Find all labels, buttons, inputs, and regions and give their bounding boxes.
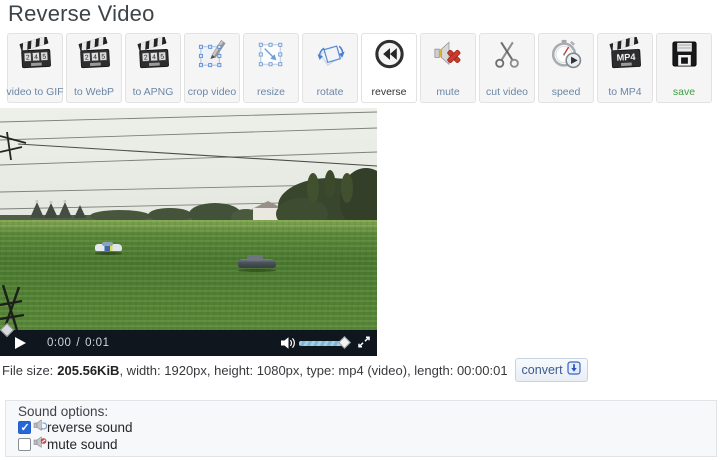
file-size-label: File size: <box>2 362 54 378</box>
toolbar-button-label: video to GIF <box>6 86 64 98</box>
police-car <box>95 242 122 255</box>
svg-text:2: 2 <box>143 54 147 61</box>
video-player: 0:00 / 0:01 <box>0 108 377 356</box>
toolbar-button-label: cut video <box>485 86 529 98</box>
stopwatch-icon <box>548 37 585 72</box>
svg-text:2: 2 <box>84 54 88 61</box>
rewind-icon <box>371 37 408 72</box>
field <box>0 220 377 330</box>
toolbar-button-to-apng[interactable]: 245 to APNG <box>125 33 181 103</box>
toolbar-button-cut[interactable]: cut video <box>479 33 535 103</box>
video-frame[interactable] <box>0 108 377 330</box>
svg-text:4: 4 <box>33 54 37 61</box>
mute-sound-option[interactable]: mute sound <box>18 436 704 453</box>
svg-text:MP4: MP4 <box>616 52 636 63</box>
toolbar-button-label: save <box>672 86 696 98</box>
scissors-icon <box>489 37 526 72</box>
toolbar-button-label: rotate <box>316 86 344 98</box>
toolbar-button-crop[interactable]: crop video <box>184 33 240 103</box>
toolbar-button-to-mp4[interactable]: MP4 to MP4 <box>597 33 653 103</box>
floppy-disk-icon <box>666 37 703 72</box>
file-details: , width: 1920px, height: 1080px, type: m… <box>119 362 508 378</box>
convert-button[interactable]: convert <box>514 358 588 382</box>
toolbar-button-resize[interactable]: resize <box>243 33 299 103</box>
treeline <box>0 168 377 228</box>
toolbar-button-video-to-gif[interactable]: 245 video to GIF <box>6 33 64 103</box>
speaker-icon[interactable] <box>280 336 297 355</box>
clapperboard-icon: 245 <box>76 37 113 72</box>
toolbar-button-label: reverse <box>371 86 407 98</box>
toolbar-button-label: crop video <box>187 86 237 98</box>
play-button[interactable] <box>15 337 26 349</box>
current-time: 0:00 <box>47 337 72 349</box>
crop-icon <box>194 37 231 72</box>
reverse-sound-checkbox[interactable] <box>18 421 31 434</box>
rotate-icon <box>312 37 349 72</box>
toolbar: 245 video to GIF 245 to WebP 245 to APNG… <box>6 33 712 103</box>
mute-sound-label[interactable]: mute sound <box>47 437 118 452</box>
mute-sound-checkbox[interactable] <box>18 438 31 451</box>
toolbar-button-mute[interactable]: mute <box>420 33 476 103</box>
svg-text:5: 5 <box>42 54 46 61</box>
player-controls: 0:00 / 0:01 <box>0 322 377 356</box>
toolbar-button-speed[interactable]: speed <box>538 33 594 103</box>
svg-text:4: 4 <box>92 54 96 61</box>
toolbar-button-label: mute <box>436 86 460 98</box>
clapperboard-icon: 245 <box>135 37 172 72</box>
toolbar-button-label: to MP4 <box>608 86 642 98</box>
clapperboard-mp4-icon: MP4 <box>607 37 644 72</box>
muted-speaker-icon <box>430 37 467 72</box>
toolbar-button-save[interactable]: save <box>656 33 712 103</box>
file-size-value: 205.56KiB <box>57 362 120 378</box>
clapperboard-icon: 245 <box>17 37 54 72</box>
reverse-sound-option[interactable]: reverse sound <box>18 419 704 436</box>
dark-car <box>238 255 276 272</box>
toolbar-button-label: resize <box>256 86 285 98</box>
toolbar-button-to-webp[interactable]: 245 to WebP <box>66 33 122 103</box>
svg-text:2: 2 <box>25 54 29 61</box>
convert-download-icon <box>566 361 581 378</box>
volume-slider[interactable] <box>299 336 351 349</box>
resize-icon <box>253 37 290 72</box>
svg-text:5: 5 <box>160 54 164 61</box>
reverse-sound-label[interactable]: reverse sound <box>47 420 133 435</box>
toolbar-button-rotate[interactable]: rotate <box>302 33 358 103</box>
volume-handle[interactable] <box>338 336 351 349</box>
fullscreen-icon[interactable] <box>357 335 371 354</box>
page-title: Reverse Video <box>8 1 155 26</box>
file-info: File size: 205.56KiB, width: 1920px, heig… <box>2 358 588 382</box>
convert-button-label: convert <box>521 362 563 377</box>
toolbar-button-label: to WebP <box>73 86 115 98</box>
svg-text:5: 5 <box>101 54 105 61</box>
toolbar-button-label: to APNG <box>132 86 174 98</box>
toolbar-button-label: speed <box>551 86 581 98</box>
time-separator: / <box>76 337 81 349</box>
speaker-mute-icon <box>33 435 47 454</box>
svg-text:4: 4 <box>151 54 155 61</box>
toolbar-button-reverse[interactable]: reverse <box>361 33 417 103</box>
sound-options-panel: Sound options: reverse sound mute sound <box>5 400 717 457</box>
sound-options-title: Sound options: <box>18 404 109 419</box>
time-display: 0:00 / 0:01 <box>47 337 109 349</box>
duration: 0:01 <box>85 337 110 349</box>
